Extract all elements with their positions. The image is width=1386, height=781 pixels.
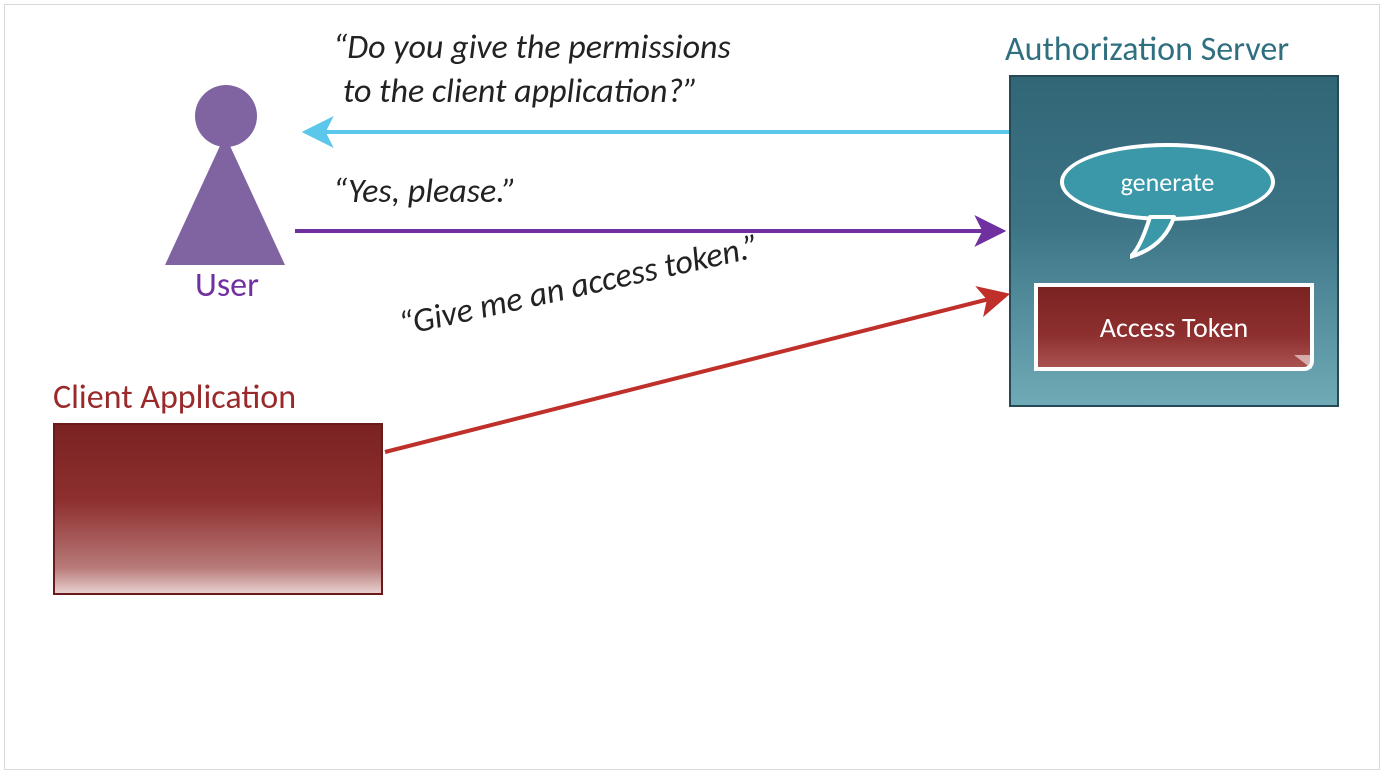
message-auth-to-user-line2: to the client application?”	[343, 71, 698, 114]
diagram-frame: User Client Application Authorization Se…	[4, 4, 1380, 770]
message-auth-to-user-line1: “Do you give the permissions	[333, 27, 731, 70]
message-user-to-auth: “Yes, please.”	[333, 171, 517, 214]
client-application-box	[53, 423, 383, 595]
user-icon	[165, 85, 285, 275]
authorization-server-label: Authorization Server	[1005, 29, 1289, 70]
generate-speech-bubble: generate	[1060, 143, 1280, 258]
message-client-to-auth: “Give me an access token.”	[395, 226, 763, 347]
access-token-label: Access Token	[1100, 310, 1248, 345]
generate-text: generate	[1121, 166, 1215, 198]
client-application-label: Client Application	[53, 377, 296, 418]
user-label: User	[167, 265, 287, 306]
access-token-box: Access Token	[1034, 283, 1314, 371]
